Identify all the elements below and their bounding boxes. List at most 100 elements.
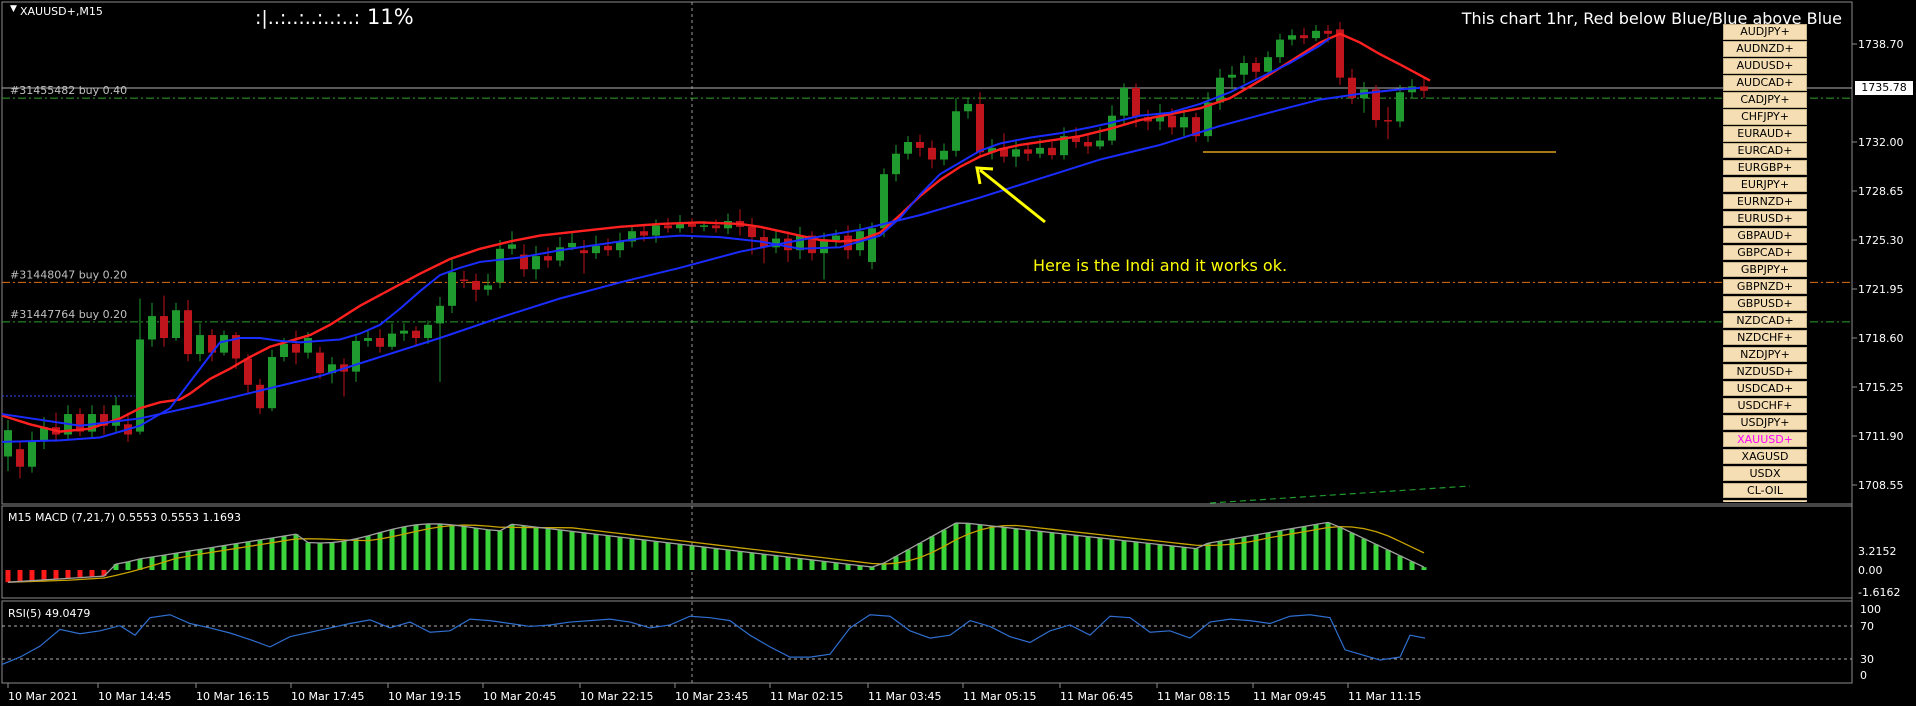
time-tick-label: 10 Mar 14:45 [98,690,171,703]
macd-bar [1145,543,1151,570]
symbol-button[interactable]: AUDCAD+ [1723,74,1807,91]
price-tick-label: 1725.30 [1858,234,1904,247]
candle-body [676,223,684,229]
macd-bar [41,570,47,580]
macd-bar [1037,531,1043,570]
macd-bar [497,530,503,570]
candle-body [268,357,276,409]
symbol-button[interactable]: EURGBP+ [1723,159,1807,176]
order-lines [2,97,1852,323]
symbol-button[interactable]: GBPAUD+ [1723,227,1807,244]
candle-body [964,103,972,112]
macd-bar [701,547,707,570]
candle-body [1096,140,1104,147]
symbol-button[interactable]: GBPNZD+ [1723,278,1807,295]
macd-bar [317,543,323,570]
symbol-button[interactable]: USDCAD+ [1723,380,1807,397]
symbol-button[interactable]: EURAUD+ [1723,125,1807,142]
price-tick-label: 1732.00 [1858,136,1904,149]
time-tick-label: 10 Mar 19:15 [388,690,461,703]
macd-bar [1169,545,1175,570]
symbol-button[interactable]: GBPCAD+ [1723,244,1807,261]
price-axis: 1738.70 1732.00 1728.65 1725.30 1721.95 1718.… [1852,38,1904,492]
symbol-button[interactable]: NZDCHF+ [1723,329,1807,346]
symbol-button[interactable]: EURCAD+ [1723,142,1807,159]
candle-body [892,153,900,175]
rsi-tick-label: 70 [1860,620,1874,633]
candle-body [400,330,408,334]
candle-body [916,142,924,148]
candle-body [700,225,708,227]
symbol-button[interactable]: GBPJPY+ [1723,261,1807,278]
symbol-button[interactable]: EURNZD+ [1723,193,1807,210]
chart-canvas[interactable]: XAUUSD+,M15 ▼ :|..:..:..:..:..: 11% This… [0,0,1916,706]
macd-bar [77,570,83,578]
macd-bar [1193,548,1199,570]
macd-bar [545,528,551,570]
symbol-button[interactable]: AUDNZD+ [1723,40,1807,57]
progress-percent: 11% [367,5,414,29]
macd-bar [749,552,755,570]
macd-bar [713,548,719,570]
symbol-button[interactable]: CHFJPY+ [1723,108,1807,125]
candle-body [1276,39,1284,58]
symbol-button[interactable]: AUDUSD+ [1723,57,1807,74]
symbol-button[interactable]: NZDJPY+ [1723,346,1807,363]
symbol-button[interactable]: XAGUSD [1723,448,1807,465]
candle-body [1372,89,1380,121]
symbol-button[interactable]: GBPUSD+ [1723,295,1807,312]
candle-body [220,335,228,353]
candle-body [928,147,936,160]
candle-body [712,225,720,229]
symbol-button[interactable]: XAUUSD+ [1723,431,1807,448]
candle-body [1228,74,1236,78]
macd-bar [353,538,359,570]
macd-bar [1289,528,1295,570]
macd-bar [809,559,815,570]
order-label: #31447764 buy 0.20 [10,308,127,321]
candle-body [652,225,660,236]
symbol-button[interactable]: CADJPY+ [1723,91,1807,108]
time-tick-label: 10 Mar 22:15 [580,690,653,703]
symbol-button[interactable]: USDX [1723,465,1807,482]
candle-body [832,235,840,240]
candle-body [1168,115,1176,128]
symbol-button[interactable]: EURJPY+ [1723,176,1807,193]
candle-body [664,225,672,229]
symbol-button[interactable]: AUDJPY+ [1723,24,1807,40]
time-tick-label: 11 Mar 03:45 [868,690,941,703]
symbol-button[interactable]: NZDUSD+ [1723,363,1807,380]
macd-bar [221,545,227,570]
macd-bar [821,561,827,570]
collapse-icon[interactable]: ▼ [10,4,17,14]
macd-tick-label: 0.00 [1858,564,1883,577]
macd-panel-frame [1,505,1853,599]
order-label: #31448047 buy 0.20 [10,268,127,281]
candle-body [1048,147,1056,156]
time-tick-label: 10 Mar 17:45 [291,690,364,703]
rsi-axis: 100 70 30 0 [1860,603,1881,682]
macd-bar [761,554,767,570]
macd-bar [1001,527,1007,570]
macd-bar [737,551,743,570]
macd-bar [533,527,539,570]
candle-body [256,384,264,409]
current-price-tag: 1735.78 [1855,81,1913,95]
macd-bar [305,542,311,570]
candle-body [472,280,480,290]
symbol-button[interactable]: EURUSD+ [1723,210,1807,227]
symbol-list[interactable]: AUDJPY+ AUDNZD+ AUDUSD+ AUDCAD+ CADJPY+ CHFJP… [1723,24,1807,502]
symbol-button[interactable]: NZDCAD+ [1723,312,1807,329]
symbol-button[interactable]: USOUSD [1723,499,1807,502]
symbol-button[interactable]: USDCHF+ [1723,397,1807,414]
price-tick-label: 1721.95 [1858,283,1904,296]
symbol-button[interactable]: CL-OIL [1723,482,1807,499]
macd-bar [425,523,431,570]
macd-bar [833,562,839,570]
symbol-button[interactable]: USDJPY+ [1723,414,1807,431]
macd-bar [1025,529,1031,570]
macd-bar [1085,536,1091,570]
candle-body [1036,147,1044,154]
candle-body [148,316,156,340]
macd-bar [653,541,659,570]
